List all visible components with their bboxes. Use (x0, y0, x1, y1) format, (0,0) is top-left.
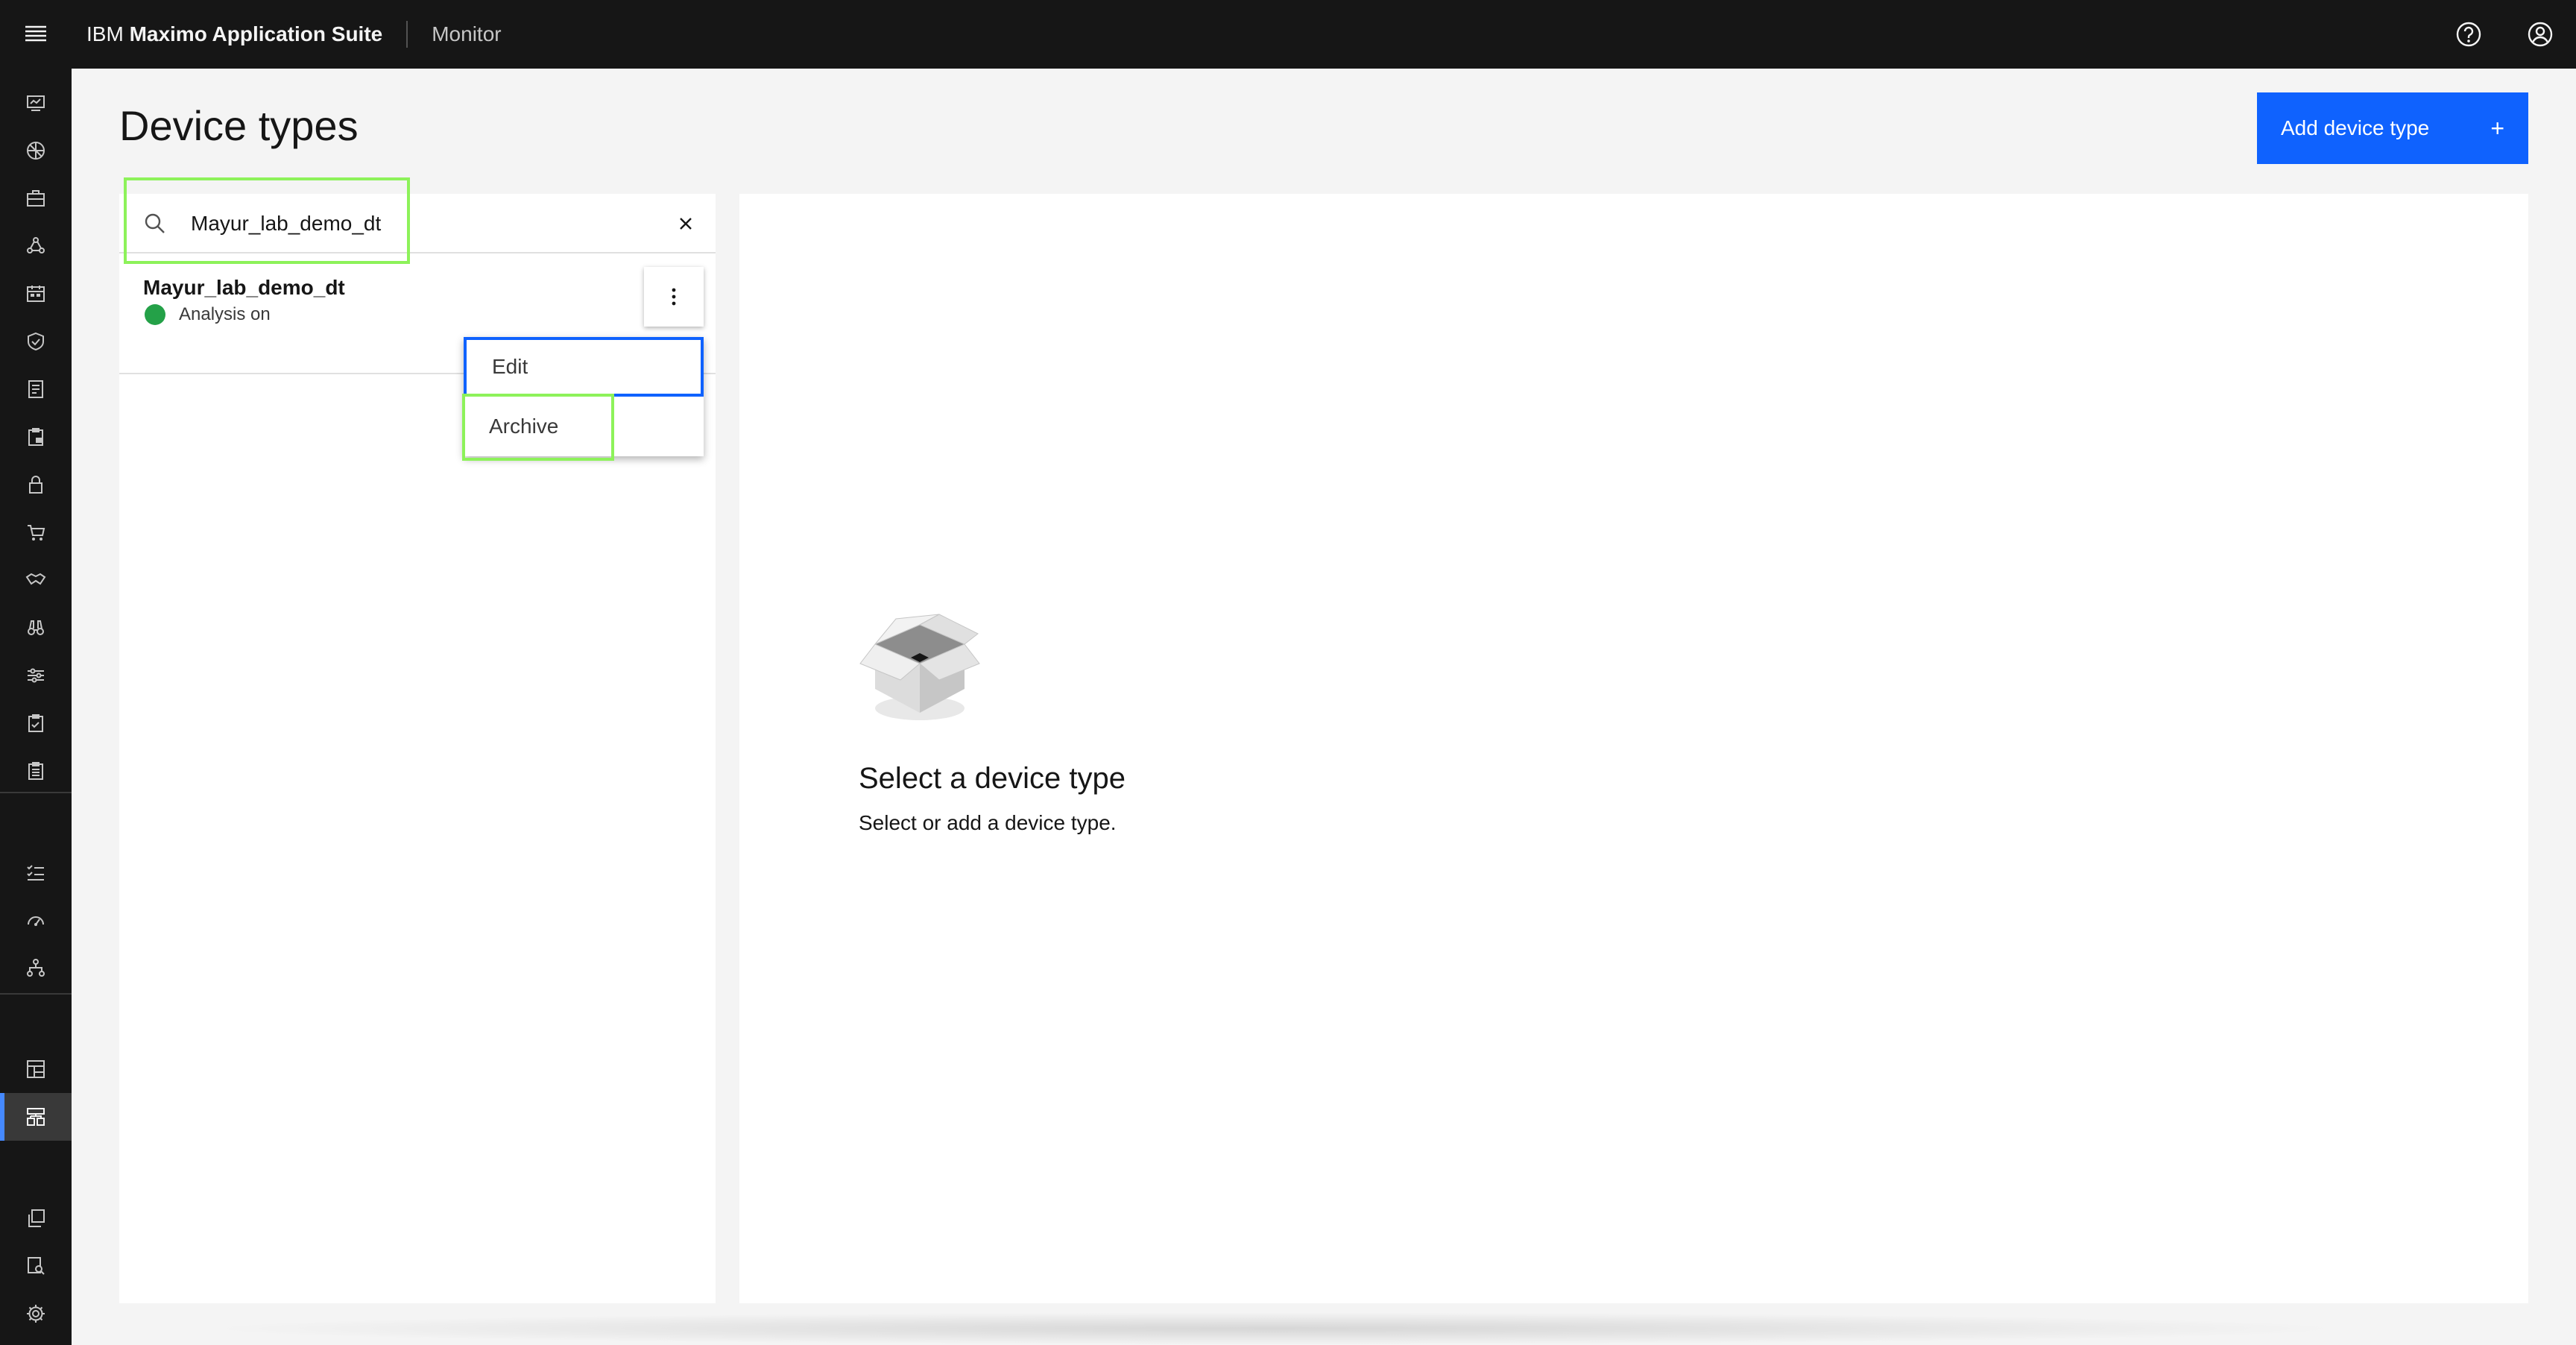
help-button[interactable] (2433, 0, 2504, 69)
rail-divider (0, 792, 72, 793)
handshake-icon (25, 573, 46, 585)
nav-tasks[interactable] (0, 747, 72, 795)
top-header: IBM Maximo Application Suite Monitor (0, 0, 2576, 69)
nav-monitor[interactable] (0, 79, 72, 127)
clear-search-button[interactable] (666, 204, 705, 243)
lock-icon (29, 476, 42, 494)
cart-icon (28, 525, 45, 541)
user-avatar-icon (2528, 22, 2553, 47)
search-highlight-box (124, 177, 410, 264)
header-divider (406, 21, 408, 48)
list-clipboard-icon (28, 762, 43, 780)
add-device-type-label: Add device type (2281, 116, 2430, 139)
page-title: Device types (119, 102, 359, 149)
device-type-name: Mayur_lab_demo_dt (143, 276, 345, 299)
close-icon (680, 218, 692, 230)
brand-name[interactable]: IBM Maximo Application Suite (72, 22, 382, 46)
nav-checklist[interactable] (0, 848, 72, 896)
nav-data-table[interactable] (0, 1045, 72, 1093)
empty-state-subtitle: Select or add a device type. (859, 811, 1117, 834)
settings-icon (27, 1305, 45, 1323)
shield-icon (28, 332, 44, 351)
overflow-menu-vertical-icon (672, 288, 676, 306)
menu-button[interactable] (0, 0, 72, 69)
nav-safety[interactable] (0, 318, 72, 365)
hierarchy-icon (27, 959, 45, 977)
device-search-icon (28, 1257, 45, 1275)
help-icon (2456, 22, 2481, 47)
table-chart-icon (27, 1060, 45, 1078)
nav-hierarchy[interactable] (0, 944, 72, 992)
clipboard-lock-icon (28, 428, 43, 446)
menu-item-edit[interactable]: Edit (464, 337, 704, 397)
document-icon (28, 380, 43, 398)
nav-inspections[interactable] (0, 604, 72, 652)
rail-divider (0, 993, 72, 995)
nav-copy[interactable] (0, 1194, 72, 1242)
monitor-icon (27, 95, 45, 111)
gauge-icon (28, 916, 44, 926)
nav-device-search[interactable] (0, 1242, 72, 1290)
nav-permits[interactable] (0, 413, 72, 461)
side-navigation-rail (0, 69, 72, 1345)
empty-box-icon (859, 614, 980, 720)
nav-network[interactable] (0, 222, 72, 270)
nav-device-types[interactable] (0, 1093, 72, 1141)
nav-security[interactable] (0, 461, 72, 508)
checklist-clipboard-icon (28, 714, 43, 732)
bottom-shadow (194, 1312, 2355, 1345)
hamburger-icon (25, 25, 46, 42)
task-list-icon (27, 865, 44, 881)
nav-contracts[interactable] (0, 556, 72, 604)
add-device-type-button[interactable]: Add device type + (2257, 92, 2528, 164)
device-type-detail-panel: Select a device type Select or add a dev… (739, 194, 2528, 1303)
overflow-menu-button[interactable] (644, 267, 704, 327)
binoculars-icon (28, 620, 44, 635)
sliders-icon (28, 668, 44, 683)
calendar-icon (27, 286, 45, 302)
data-structure-icon (27, 1108, 45, 1126)
nav-settings[interactable] (0, 1290, 72, 1338)
empty-state-title: Select a device type (859, 762, 1126, 795)
network-icon (27, 237, 45, 253)
app-name: Monitor (432, 22, 502, 45)
status-indicator (145, 304, 165, 325)
nav-settings-sliders[interactable] (0, 652, 72, 699)
nav-procurement[interactable] (0, 508, 72, 556)
dashboard-icon (27, 142, 45, 160)
plus-icon: + (2490, 114, 2504, 142)
nav-assets[interactable] (0, 174, 72, 222)
nav-health[interactable] (0, 896, 72, 944)
device-type-status: Analysis on (179, 304, 271, 324)
nav-dashboard[interactable] (0, 127, 72, 174)
copy-icon (28, 1209, 45, 1227)
nav-work-orders[interactable] (0, 699, 72, 747)
nav-reports[interactable] (0, 365, 72, 413)
assets-icon (27, 190, 45, 207)
nav-calendar[interactable] (0, 270, 72, 318)
user-profile-button[interactable] (2504, 0, 2576, 69)
archive-highlight-box (462, 394, 614, 461)
